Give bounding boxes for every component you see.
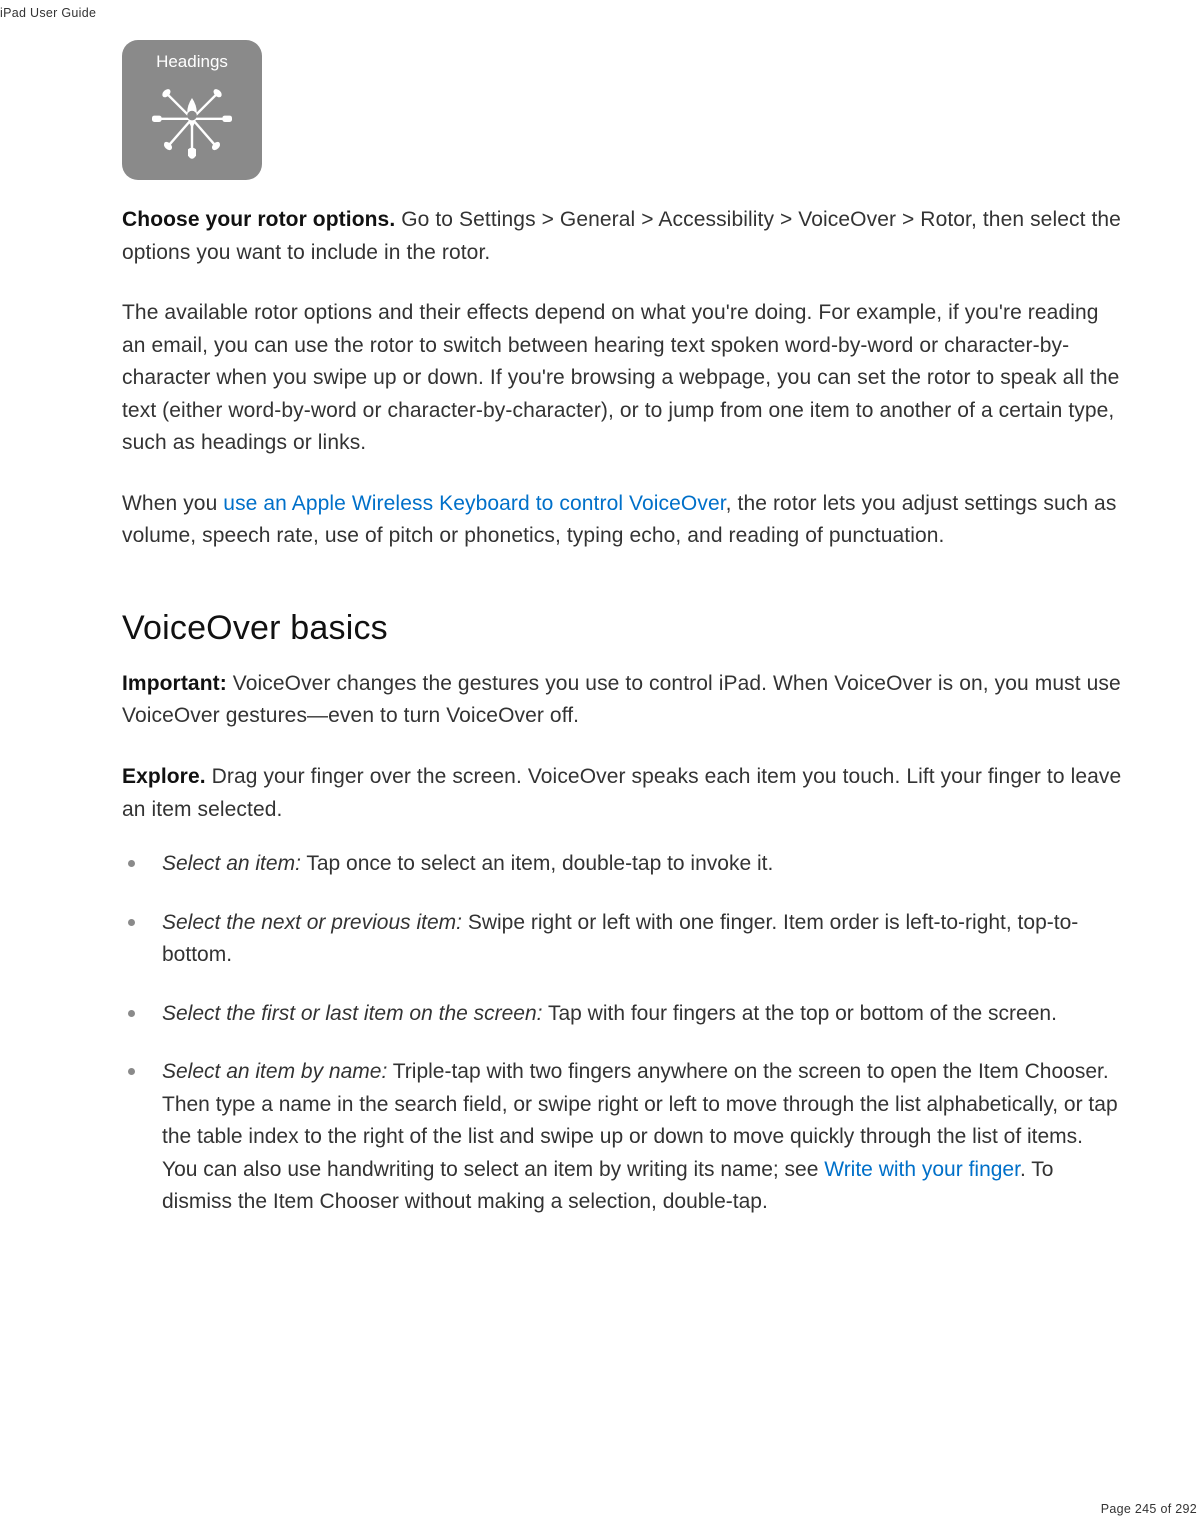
list-item: Select an item by name: Triple-tap with … [122, 1056, 1122, 1219]
choose-rotor-bold: Choose your rotor options. [122, 208, 395, 231]
bullet-lead: Select the next or previous item: [162, 911, 462, 934]
page-content: Headings [122, 40, 1122, 1245]
rotor-illustration: Headings [122, 40, 262, 180]
page-number: Page 245 of 292 [1101, 1502, 1197, 1516]
list-item: Select the first or last item on the scr… [122, 998, 1122, 1031]
paragraph-explore: Explore. Drag your finger over the scree… [122, 761, 1122, 826]
explore-bold: Explore. [122, 765, 206, 788]
paragraph-keyboard: When you use an Apple Wireless Keyboard … [122, 488, 1122, 553]
rotor-dial-icon [152, 82, 232, 162]
bullet-text: Tap with four fingers at the top or bott… [543, 1002, 1057, 1025]
paragraph-important: Important: VoiceOver changes the gesture… [122, 668, 1122, 733]
link-write-with-finger[interactable]: Write with your finger [824, 1158, 1020, 1181]
bullet-lead: Select the first or last item on the scr… [162, 1002, 543, 1025]
keyboard-pre: When you [122, 492, 223, 515]
bullet-list: Select an item: Tap once to select an it… [122, 848, 1122, 1219]
list-item: Select the next or previous item: Swipe … [122, 907, 1122, 972]
important-bold: Important: [122, 672, 227, 695]
rotor-illustration-label: Headings [122, 52, 262, 72]
bullet-lead: Select an item by name: [162, 1060, 387, 1083]
list-item: Select an item: Tap once to select an it… [122, 848, 1122, 881]
important-text: VoiceOver changes the gestures you use t… [122, 672, 1121, 728]
heading-voiceover-basics: VoiceOver basics [122, 609, 1122, 648]
paragraph-available-options: The available rotor options and their ef… [122, 297, 1122, 460]
link-wireless-keyboard[interactable]: use an Apple Wireless Keyboard to contro… [223, 492, 725, 515]
paragraph-choose-rotor: Choose your rotor options. Go to Setting… [122, 204, 1122, 269]
bullet-text: Tap once to select an item, double-tap t… [301, 852, 773, 875]
explore-text: Drag your finger over the screen. VoiceO… [122, 765, 1121, 821]
bullet-lead: Select an item: [162, 852, 301, 875]
doc-header-title: iPad User Guide [0, 6, 96, 20]
